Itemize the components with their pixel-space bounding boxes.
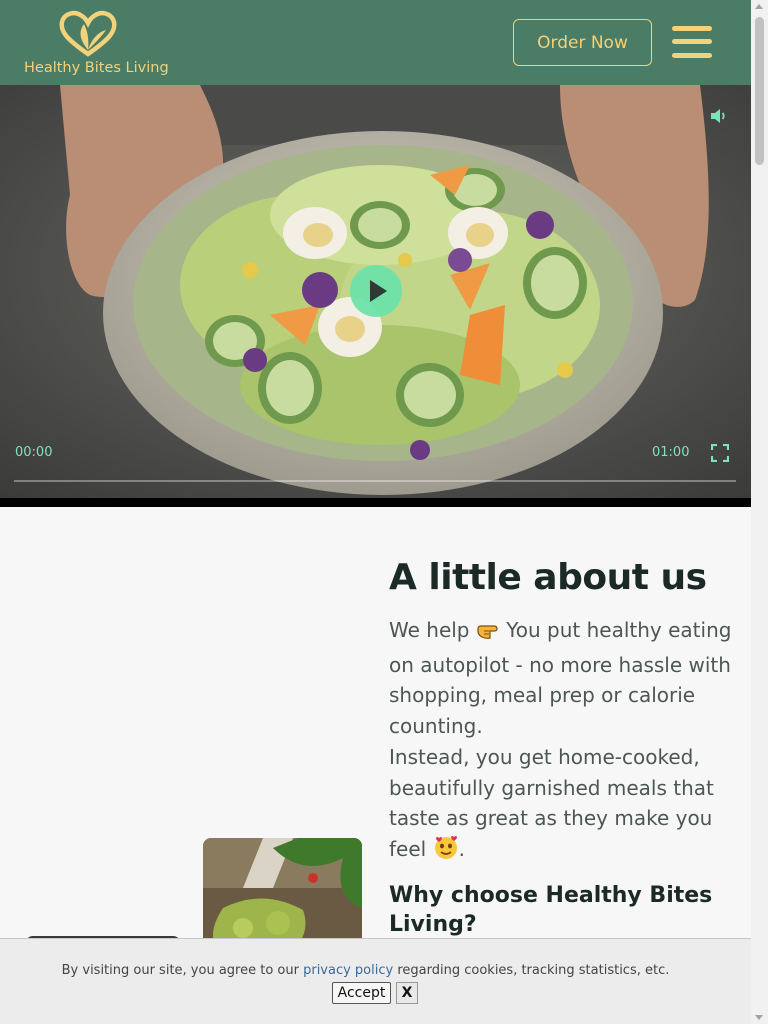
current-time: 00:00 [15, 445, 53, 460]
order-now-button[interactable]: Order Now [513, 19, 652, 66]
cookie-banner: By visiting our site, you agree to our p… [0, 938, 751, 1024]
scroll-down-arrow-icon[interactable] [755, 1015, 763, 1020]
video-progress-bar[interactable] [14, 480, 736, 482]
brand-name: Healthy Bites Living [24, 60, 169, 76]
video-player[interactable]: 00:00 01:00 [0, 85, 751, 507]
accept-cookies-button[interactable]: Accept [332, 982, 391, 1004]
volume-icon[interactable] [709, 106, 729, 126]
why-choose-heading: Why choose Healthy Bites Living? [389, 883, 713, 937]
scrollbar-thumb[interactable] [755, 17, 764, 165]
site-header: Healthy Bites Living Order Now [0, 0, 751, 85]
duration-time: 01:00 [652, 445, 690, 460]
hamburger-menu-icon[interactable] [672, 26, 712, 58]
about-description: We help You put healthy eating on autopi… [389, 615, 734, 869]
smiling-hearts-emoji [433, 834, 459, 869]
close-cookie-banner-button[interactable]: X [396, 982, 418, 1004]
cookie-message: By visiting our site, you agree to our p… [61, 963, 670, 978]
privacy-policy-link[interactable]: privacy policy [303, 963, 393, 978]
pointing-hand-emoji [476, 619, 500, 650]
brand-logo[interactable]: Healthy Bites Living [20, 8, 169, 80]
page-scrollbar[interactable] [751, 0, 768, 1024]
about-title: A little about us [389, 557, 707, 598]
heart-leaf-icon [59, 10, 117, 57]
play-icon[interactable] [350, 265, 402, 317]
fullscreen-icon[interactable] [710, 443, 730, 463]
scroll-up-arrow-icon[interactable] [755, 4, 763, 9]
